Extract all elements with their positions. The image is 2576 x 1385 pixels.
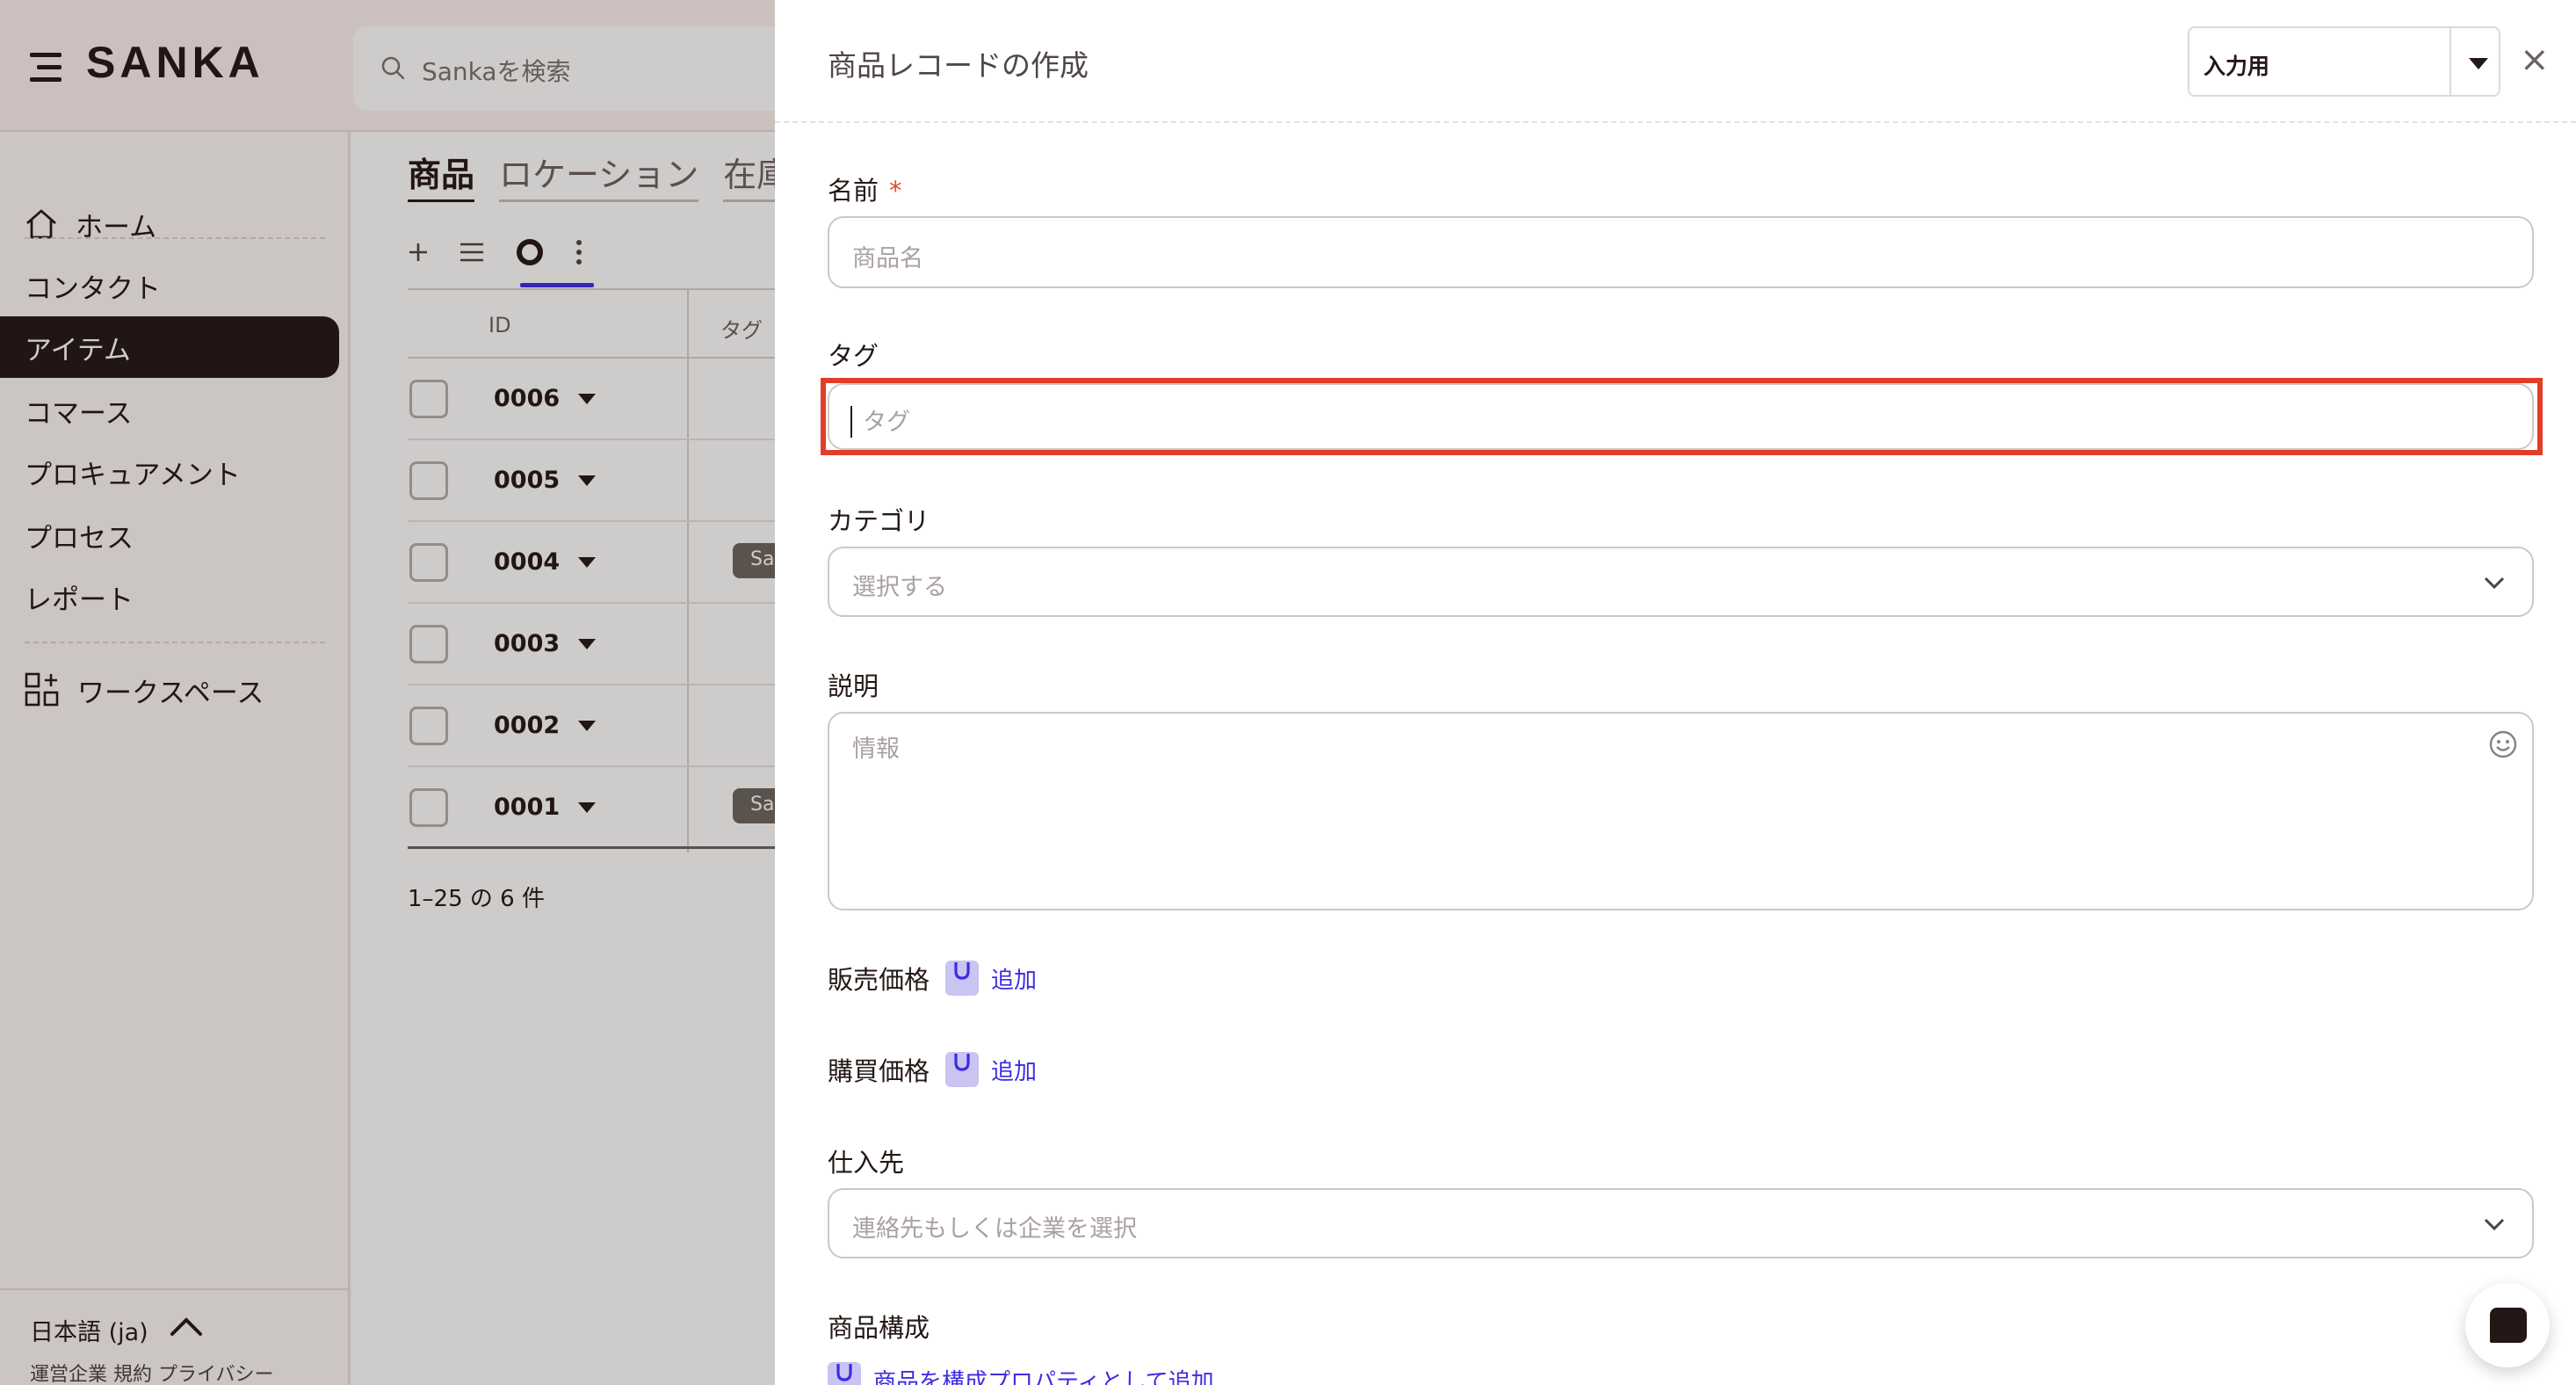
select-divider: [2449, 28, 2451, 95]
composition-row: 商品を構成プロパティとして追加: [828, 1362, 1214, 1385]
description-placeholder: 情報: [852, 736, 900, 763]
purchase-price-label: 購買価格: [828, 1056, 930, 1086]
drawer-header: 商品レコードの作成 入力用 ×: [775, 0, 2576, 123]
category-placeholder: 選択する: [852, 574, 947, 601]
create-record-drawer: 商品レコードの作成 入力用 × 名前* 商品名 タグ タグ カテゴリ 選択する: [775, 0, 2576, 1385]
sale-price-row: 販売価格 追加: [828, 960, 1037, 997]
chat-widget-button[interactable]: [2465, 1283, 2550, 1367]
description-textarea[interactable]: 情報: [828, 712, 2534, 910]
chevron-down-icon: [2484, 576, 2505, 590]
description-label: 説明: [828, 671, 879, 701]
supplier-label: 仕入先: [828, 1148, 905, 1178]
add-sale-price-link[interactable]: 追加: [991, 962, 1037, 995]
required-mark: *: [889, 176, 902, 206]
add-composition-link[interactable]: 商品を構成プロパティとして追加: [873, 1364, 1214, 1385]
tags-label: タグ: [828, 341, 879, 371]
name-input[interactable]: 商品名: [828, 216, 2534, 288]
focus-highlight: [821, 378, 2543, 455]
close-icon[interactable]: ×: [2520, 42, 2550, 77]
name-label-text: 名前: [828, 176, 879, 206]
modal-backdrop[interactable]: [0, 0, 775, 1385]
caret-down-icon[interactable]: [2469, 58, 2488, 69]
add-purchase-price-link[interactable]: 追加: [991, 1054, 1037, 1086]
supplier-placeholder: 連絡先もしくは企業を選択: [852, 1215, 1137, 1243]
add-composition-icon[interactable]: [828, 1362, 861, 1385]
chat-icon: [2490, 1308, 2527, 1343]
app-root: SANKA Sankaを検索 ホーム コンタクト アイテム コマース プロキュア…: [0, 0, 2576, 1385]
form-mode-value: 入力用: [2203, 54, 2270, 79]
add-price-icon[interactable]: [945, 1052, 980, 1087]
form-mode-select[interactable]: 入力用: [2188, 26, 2500, 97]
composition-label: 商品構成: [828, 1313, 930, 1343]
supplier-select[interactable]: 連絡先もしくは企業を選択: [828, 1188, 2534, 1258]
add-price-icon[interactable]: [945, 961, 980, 996]
name-label: 名前 *: [828, 170, 902, 207]
drawer-title: 商品レコードの作成: [828, 48, 1089, 83]
category-label: カテゴリ: [828, 506, 930, 536]
sale-price-label: 販売価格: [828, 965, 930, 995]
emoji-icon[interactable]: [2488, 729, 2518, 759]
category-select[interactable]: 選択する: [828, 547, 2534, 617]
purchase-price-row: 購買価格 追加: [828, 1051, 1037, 1088]
name-placeholder: 商品名: [852, 245, 923, 272]
chevron-down-icon: [2484, 1218, 2505, 1231]
